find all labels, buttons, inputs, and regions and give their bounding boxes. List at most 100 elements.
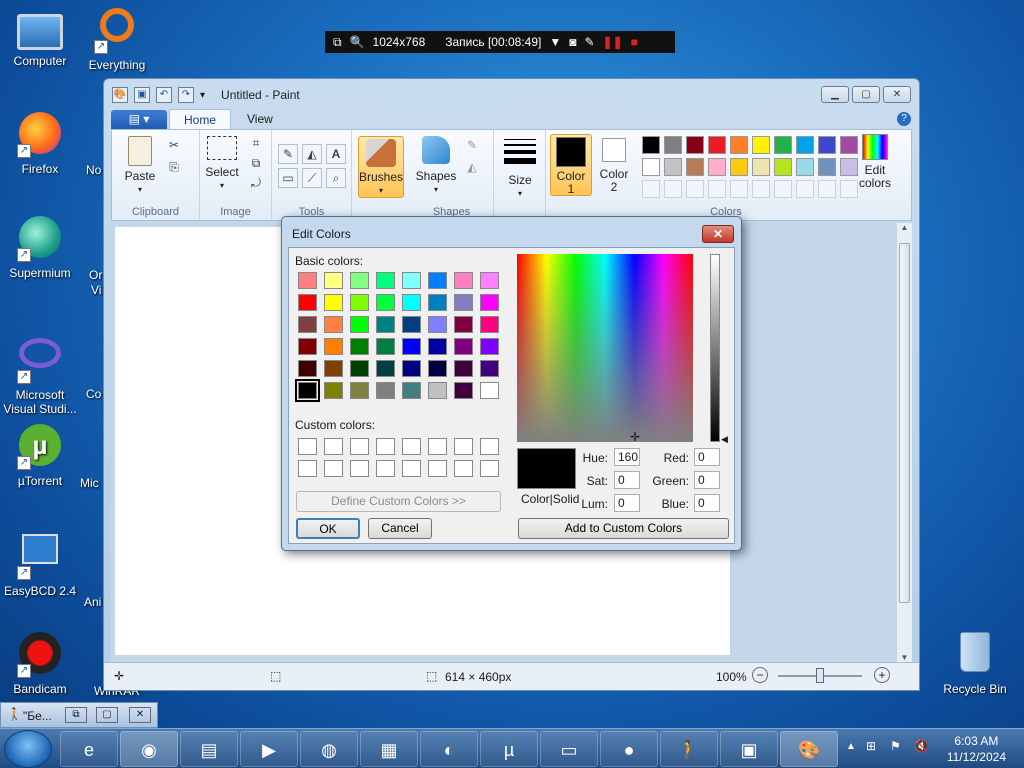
camera-icon[interactable]: ◙ [569, 35, 576, 49]
tab-home[interactable]: Home [169, 109, 232, 129]
taskbar-firefox-icon[interactable]: ◉ [120, 731, 178, 767]
add-to-custom-colors-button[interactable]: Add to Custom Colors [518, 518, 729, 539]
taskbar-cmd-icon[interactable]: ▭ [540, 731, 598, 767]
basic-color-swatch[interactable] [428, 294, 447, 311]
custom-color-swatch[interactable] [324, 438, 343, 455]
palette-swatch[interactable] [686, 158, 704, 176]
basic-color-swatch[interactable] [402, 360, 421, 377]
basic-color-swatch[interactable] [402, 338, 421, 355]
sat-field[interactable]: 0 [614, 471, 640, 489]
volume-muted-icon[interactable]: 🔇 [914, 739, 929, 753]
paste-button[interactable]: Paste ▾ [120, 136, 160, 196]
palette-swatch[interactable] [730, 158, 748, 176]
search-icon[interactable]: 🔍 [350, 35, 365, 49]
flag-icon[interactable]: ⚑ [890, 739, 901, 753]
basic-color-swatch[interactable] [480, 272, 499, 289]
brushes-button[interactable]: Brushes ▾ [358, 136, 404, 198]
basic-color-swatch[interactable] [454, 382, 473, 399]
basic-color-swatch[interactable] [376, 316, 395, 333]
basic-color-swatch[interactable] [428, 360, 447, 377]
save-icon[interactable]: ▣ [134, 87, 150, 103]
minimized-window[interactable]: 🚶 "Бе... ⧉ ▢ ✕ [0, 702, 158, 728]
green-field[interactable]: 0 [694, 471, 720, 489]
palette-swatch[interactable] [774, 158, 792, 176]
palette-swatch[interactable] [708, 158, 726, 176]
stop-icon[interactable]: ■ [631, 35, 638, 49]
basic-color-swatch[interactable] [324, 382, 343, 399]
palette-swatch[interactable] [796, 158, 814, 176]
redo-icon[interactable]: ↷ [178, 87, 194, 103]
palette-empty-swatch[interactable] [708, 180, 726, 198]
text-icon[interactable]: A [326, 144, 346, 164]
basic-color-swatch[interactable] [298, 316, 317, 333]
basic-color-swatch[interactable] [480, 294, 499, 311]
desktop-icon-recycle-bin[interactable]: Recycle Bin [935, 632, 1015, 696]
minimize-button[interactable]: ▁ [821, 86, 849, 103]
basic-color-swatch[interactable] [324, 272, 343, 289]
basic-color-swatch[interactable] [350, 316, 369, 333]
basic-color-swatch[interactable] [376, 382, 395, 399]
palette-empty-swatch[interactable] [642, 180, 660, 198]
shapes-button[interactable]: Shapes ▾ [414, 136, 458, 196]
basic-color-swatch[interactable] [295, 379, 320, 402]
color2-button[interactable]: Color 2 [594, 134, 634, 196]
palette-swatch[interactable] [642, 136, 660, 154]
custom-color-swatch[interactable] [324, 460, 343, 477]
palette-empty-swatch[interactable] [774, 180, 792, 198]
palette-swatch[interactable] [774, 136, 792, 154]
basic-color-swatch[interactable] [324, 360, 343, 377]
outline-icon[interactable]: ✎ [462, 136, 482, 156]
palette-empty-swatch[interactable] [730, 180, 748, 198]
palette-empty-swatch[interactable] [796, 180, 814, 198]
palette-swatch[interactable] [818, 136, 836, 154]
palette-empty-swatch[interactable] [664, 180, 682, 198]
blue-field[interactable]: 0 [694, 494, 720, 512]
basic-color-swatch[interactable] [402, 272, 421, 289]
basic-color-swatch[interactable] [480, 382, 499, 399]
custom-color-swatch[interactable] [480, 438, 499, 455]
basic-color-swatch[interactable] [324, 338, 343, 355]
custom-color-swatch[interactable] [454, 438, 473, 455]
basic-color-swatch[interactable] [428, 316, 447, 333]
basic-color-swatch[interactable] [454, 360, 473, 377]
custom-color-swatch[interactable] [376, 460, 395, 477]
basic-color-swatch[interactable] [454, 294, 473, 311]
custom-color-swatch[interactable] [350, 438, 369, 455]
scroll-down-icon[interactable]: ▼ [897, 653, 912, 662]
start-button[interactable] [4, 730, 52, 768]
basic-color-swatch[interactable] [298, 360, 317, 377]
scroll-thumb[interactable] [899, 243, 910, 603]
basic-color-swatch[interactable] [350, 338, 369, 355]
custom-color-swatch[interactable] [428, 438, 447, 455]
luminance-slider[interactable] [710, 254, 720, 442]
tab-file-menu[interactable]: ▤ ▾ [111, 110, 167, 129]
palette-swatch[interactable] [664, 136, 682, 154]
custom-color-swatch[interactable] [376, 438, 395, 455]
taskbar-paint-icon[interactable]: 🎨 [780, 731, 838, 767]
basic-color-swatch[interactable] [402, 294, 421, 311]
desktop-icon-computer[interactable]: Computer [0, 10, 80, 68]
basic-color-swatch[interactable] [454, 338, 473, 355]
custom-color-swatch[interactable] [428, 460, 447, 477]
desktop-icon-bandicam[interactable]: ↗ Bandicam [0, 632, 80, 696]
basic-color-swatch[interactable] [376, 294, 395, 311]
taskbar-control-panel-icon[interactable]: ▦ [360, 731, 418, 767]
red-field[interactable]: 0 [694, 448, 720, 466]
color-picker-icon[interactable]: ⟋ [302, 168, 322, 188]
custom-color-swatch[interactable] [454, 460, 473, 477]
basic-color-swatch[interactable] [350, 360, 369, 377]
rotate-icon[interactable]: ⤾ [246, 174, 266, 194]
dialog-close-button[interactable]: ✕ [702, 225, 734, 243]
desktop-icon-everything[interactable]: ↗ Everything [77, 8, 157, 72]
pause-icon[interactable]: ❚❚ [603, 35, 623, 49]
desktop-icon-visual-studio[interactable]: ↗ Microsoft Visual Studi... [0, 330, 80, 416]
undo-icon[interactable]: ↶ [156, 87, 172, 103]
basic-color-swatch[interactable] [454, 316, 473, 333]
magnifier-icon[interactable]: ⌕ [326, 168, 346, 188]
basic-color-swatch[interactable] [376, 338, 395, 355]
palette-swatch[interactable] [752, 136, 770, 154]
restore-button[interactable]: ⧉ [65, 707, 87, 723]
help-icon[interactable]: ? [897, 112, 911, 126]
desktop-icon-firefox[interactable]: ↗ Firefox [0, 112, 80, 176]
size-button[interactable]: Size ▾ [500, 136, 540, 200]
